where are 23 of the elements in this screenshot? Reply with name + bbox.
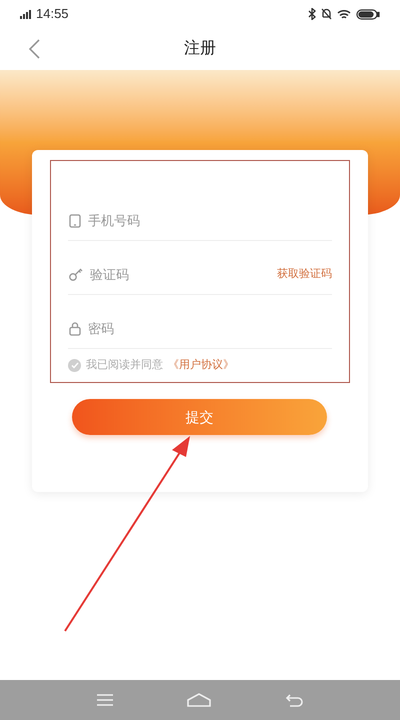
- back-nav-icon[interactable]: [284, 693, 304, 707]
- key-icon: [68, 268, 84, 282]
- get-code-link[interactable]: 获取验证码: [277, 266, 332, 283]
- page-title: 注册: [184, 38, 216, 59]
- input-field[interactable]: 密码: [88, 318, 332, 338]
- agree-checkbox[interactable]: [68, 358, 81, 372]
- status-time: 14:55: [36, 5, 69, 24]
- agreement-text: 我已阅读并同意: [86, 358, 163, 373]
- bluetooth-icon: [308, 8, 316, 20]
- signal-icon: [20, 9, 32, 19]
- wifi-icon: [337, 8, 351, 20]
- check-icon: [70, 362, 78, 369]
- input-field[interactable]: 验证码: [90, 264, 271, 284]
- menu-icon[interactable]: [96, 693, 114, 707]
- input-field[interactable]: 手机号码: [88, 210, 332, 230]
- muted-bell-icon: [321, 8, 332, 20]
- lock-icon: [68, 321, 82, 336]
- battery-icon: [356, 8, 380, 20]
- phone-icon: [68, 214, 82, 228]
- back-icon: [28, 39, 40, 59]
- user-agreement-link[interactable]: 《用户协议》: [168, 357, 234, 374]
- submit-button[interactable]: 提交: [72, 399, 327, 435]
- home-icon[interactable]: [186, 692, 212, 708]
